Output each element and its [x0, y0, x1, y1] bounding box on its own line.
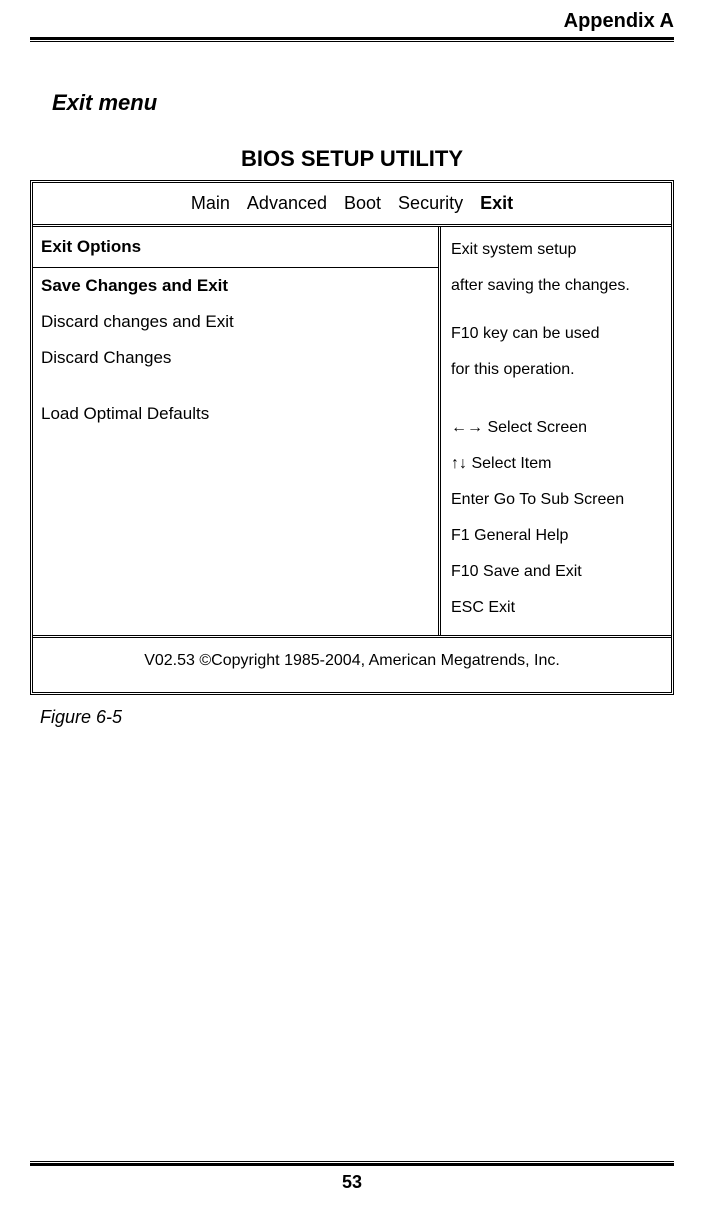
hint-enter: Enter Go To Sub Screen [451, 491, 661, 509]
bios-panel: Main Advanced Boot Security Exit Exit Op… [30, 180, 674, 695]
bios-footer: V02.53 ©Copyright 1985-2004, American Me… [33, 635, 671, 692]
hint-f10: F10 Save and Exit [451, 563, 661, 581]
bios-utility-title: BIOS SETUP UTILITY [30, 146, 674, 172]
help-line-3: F10 key can be used [451, 325, 661, 343]
option-discard-changes-exit[interactable]: Discard changes and Exit [41, 304, 430, 340]
option-load-optimal-defaults[interactable]: Load Optimal Defaults [41, 396, 430, 432]
nav-hints: ←→ Select Screen ↑↓ Select Item Enter Go… [451, 419, 661, 617]
help-line-1: Exit system setup [451, 241, 661, 259]
figure-caption: Figure 6-5 [40, 707, 674, 728]
footer-rule-thin [30, 1161, 674, 1162]
help-line-2: after saving the changes. [451, 277, 661, 295]
exit-options-pane: Exit Options Save Changes and Exit Disca… [33, 227, 441, 635]
tab-exit[interactable]: Exit [480, 193, 513, 213]
help-line-4: for this operation. [451, 361, 661, 379]
option-save-changes-exit[interactable]: Save Changes and Exit [41, 268, 430, 304]
header-rule-thin [30, 41, 674, 42]
tab-boot[interactable]: Boot [344, 193, 381, 213]
tab-main[interactable]: Main [191, 193, 230, 213]
tab-security[interactable]: Security [398, 193, 463, 213]
footer-rule [30, 1163, 674, 1166]
hint-select-item: ↑↓ Select Item [451, 455, 661, 473]
header-rule [30, 37, 674, 40]
bios-tabs: Main Advanced Boot Security Exit [33, 183, 671, 227]
tab-advanced[interactable]: Advanced [247, 193, 327, 213]
hint-f1: F1 General Help [451, 527, 661, 545]
section-title: Exit menu [52, 90, 674, 116]
appendix-label: Appendix A [30, 10, 674, 33]
hint-esc: ESC Exit [451, 599, 661, 617]
page-number: 53 [30, 1172, 674, 1193]
exit-options-header: Exit Options [33, 227, 438, 268]
hint-select-screen: ←→ Select Screen [451, 419, 661, 437]
help-pane: Exit system setup after saving the chang… [441, 227, 671, 635]
option-discard-changes[interactable]: Discard Changes [41, 340, 430, 376]
